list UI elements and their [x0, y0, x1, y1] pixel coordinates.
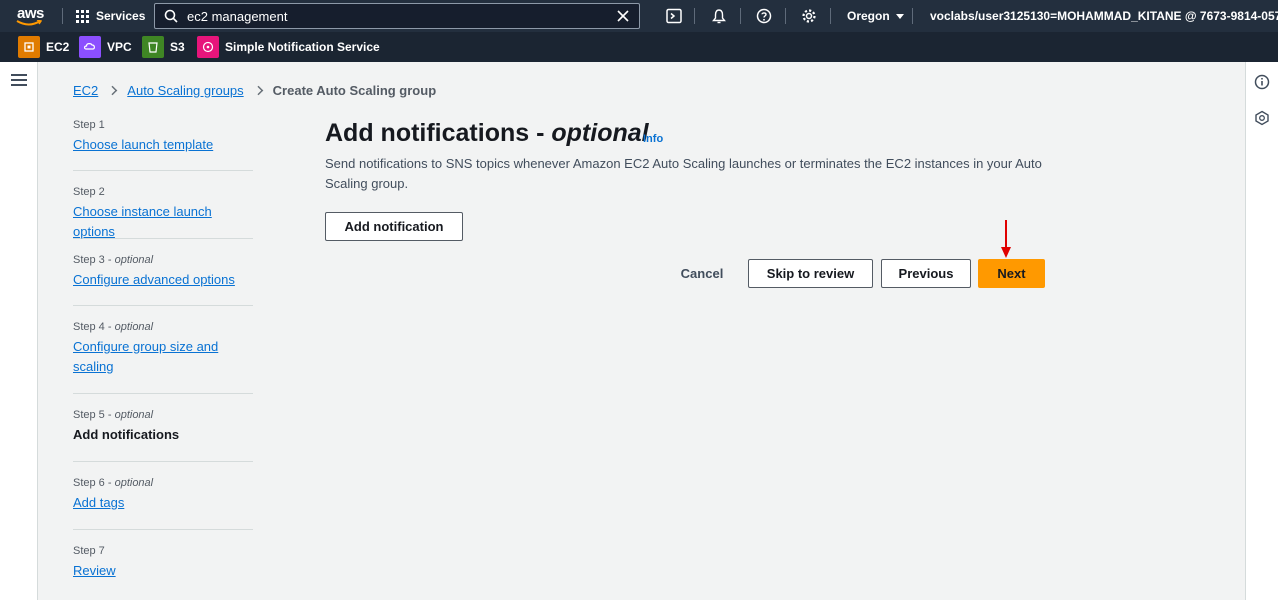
wizard-step-5: Step 5 - optional Add notifications: [73, 394, 253, 462]
add-notification-button[interactable]: Add notification: [325, 212, 463, 241]
previous-button[interactable]: Previous: [881, 259, 971, 288]
chevron-right-icon: [253, 85, 263, 95]
favorite-vpc[interactable]: VPC: [79, 36, 132, 58]
cloudshell-icon[interactable]: [666, 8, 682, 24]
grid-icon: [76, 9, 89, 23]
step-number-label: Step 4 - optional: [73, 321, 154, 333]
breadcrumb-current: Create Auto Scaling group: [272, 82, 437, 98]
search-icon: [164, 9, 178, 23]
step-number-label: Step 7: [73, 545, 105, 557]
account-label: voclabs/user3125130=MOHAMMAD_KITANE @ 76…: [930, 9, 1278, 23]
nav-divider: [912, 8, 913, 24]
skip-to-review-button[interactable]: Skip to review: [748, 259, 873, 288]
favorite-label: S3: [170, 40, 185, 54]
left-rail: [0, 62, 38, 600]
step-number-label: Step 3 - optional: [73, 254, 154, 266]
favorite-sns[interactable]: Simple Notification Service: [197, 36, 380, 58]
wizard-step-7: Step 7 Review: [73, 530, 253, 590]
services-label: Services: [96, 9, 146, 23]
account-menu[interactable]: voclabs/user3125130=MOHAMMAD_KITANE @ 76…: [930, 0, 1278, 32]
region-label: Oregon: [847, 9, 890, 23]
services-menu-button[interactable]: Services: [76, 0, 145, 32]
wizard-step-4: Step 4 - optional Configure group size a…: [73, 306, 253, 394]
favorite-label: Simple Notification Service: [225, 40, 380, 54]
info-icon[interactable]: [1254, 74, 1270, 90]
favorite-label: VPC: [107, 40, 132, 54]
annotation-arrow-icon: [1001, 220, 1011, 258]
menu-icon[interactable]: [11, 74, 27, 86]
caret-down-icon: [895, 13, 904, 19]
gear-icon[interactable]: [801, 8, 817, 24]
bell-icon[interactable]: [711, 8, 727, 24]
chevron-right-icon: [108, 85, 118, 95]
step-link-choose-launch-template[interactable]: Choose launch template: [73, 135, 253, 155]
wizard-step-2: Step 2 Choose instance launch options: [73, 171, 253, 239]
step-number-label: Step 6 - optional: [73, 477, 154, 489]
wizard-steps: Step 1 Choose launch template Step 2 Cho…: [73, 110, 253, 590]
step-link-configure-group-size[interactable]: Configure group size and scaling: [73, 337, 223, 377]
aws-logo[interactable]: aws: [14, 3, 50, 29]
page-description: Send notifications to SNS topics wheneve…: [325, 156, 1042, 191]
s3-icon: [142, 36, 164, 58]
step-link-configure-advanced-options[interactable]: Configure advanced options: [73, 270, 253, 290]
favorite-label: EC2: [46, 40, 70, 54]
search-input[interactable]: [187, 8, 607, 24]
aws-smile-icon: [16, 20, 42, 26]
nav-divider: [830, 8, 831, 24]
step-link-choose-instance-launch-options[interactable]: Choose instance launch options: [73, 202, 253, 242]
nav-divider: [740, 8, 741, 24]
wizard-step-1: Step 1 Choose launch template: [73, 110, 253, 171]
breadcrumb-ec2[interactable]: EC2: [73, 83, 98, 98]
tutorial-icon[interactable]: [1254, 110, 1270, 126]
page-title: Add notifications - optional: [325, 119, 649, 147]
vpc-icon: [79, 36, 101, 58]
wizard-step-3: Step 3 - optional Configure advanced opt…: [73, 239, 253, 306]
step-current-add-notifications: Add notifications: [73, 427, 180, 442]
breadcrumb-auto-scaling-groups[interactable]: Auto Scaling groups: [127, 83, 243, 98]
step-number-label: Step 5 - optional: [73, 409, 154, 421]
nav-divider: [785, 8, 786, 24]
ec2-icon: [18, 36, 40, 58]
favorites-bar: EC2 VPC S3 Simple Notification Service: [0, 32, 1278, 62]
top-navigation: aws Services ec2 management Oregon vocla…: [0, 0, 1278, 32]
nav-divider: [62, 8, 63, 24]
sns-icon: [197, 36, 219, 58]
help-icon[interactable]: [756, 8, 772, 24]
region-selector[interactable]: Oregon: [847, 0, 904, 32]
favorite-ec2[interactable]: EC2: [18, 36, 69, 58]
search-bar[interactable]: [154, 3, 640, 29]
step-number-label: Step 1: [73, 119, 105, 131]
nav-divider: [694, 8, 695, 24]
step-number-label: Step 2: [73, 186, 105, 198]
breadcrumb: EC2 Auto Scaling groups Create Auto Scal…: [73, 81, 436, 99]
next-button[interactable]: Next: [978, 259, 1045, 288]
right-rail: [1245, 62, 1278, 600]
step-link-add-tags[interactable]: Add tags: [73, 493, 253, 513]
cancel-button[interactable]: Cancel: [672, 259, 732, 288]
info-link[interactable]: Info: [643, 133, 663, 145]
clear-search-icon[interactable]: [616, 9, 630, 23]
favorite-s3[interactable]: S3: [142, 36, 185, 58]
step-link-review[interactable]: Review: [73, 561, 253, 581]
wizard-step-6: Step 6 - optional Add tags: [73, 462, 253, 530]
